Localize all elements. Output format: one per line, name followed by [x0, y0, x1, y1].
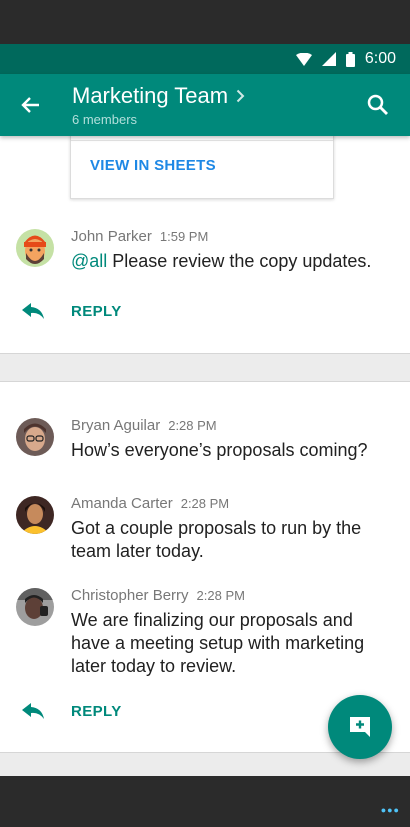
sender-name: Christopher Berry — [71, 587, 189, 604]
message-text: @all Please review the copy updates. — [71, 250, 386, 273]
avatar — [16, 418, 54, 456]
sender-name: Bryan Aguilar — [71, 417, 161, 434]
message-time: 2:28 PM — [180, 496, 230, 511]
message-text: We are finalizing our proposals and have… — [71, 610, 365, 676]
signal-icon — [321, 52, 336, 66]
message-time: 2:28 PM — [168, 418, 217, 433]
status-bar: 6:00 — [0, 44, 410, 74]
avatar — [16, 588, 54, 626]
message-stream[interactable]: VIEW IN SHEETS John Parker 1:59 PM @all P… — [0, 136, 410, 776]
message-header: Amanda Carter 2:28 PM — [71, 495, 229, 512]
search-icon — [367, 94, 388, 115]
reply-button[interactable]: REPLY — [22, 301, 122, 321]
view-in-sheets-button[interactable]: VIEW IN SHEETS — [90, 157, 216, 174]
thread-card: VIEW IN SHEETS John Parker 1:59 PM @all P… — [0, 136, 410, 354]
search-button[interactable] — [364, 91, 392, 119]
sender-name: Amanda Carter — [71, 495, 173, 512]
wifi-icon — [295, 52, 312, 66]
add-comment-icon — [350, 717, 370, 737]
status-time: 6:00 — [364, 50, 396, 67]
message-time: 2:28 PM — [196, 588, 245, 603]
avatar — [16, 496, 54, 534]
app-bar: Marketing Team 6 members — [0, 74, 410, 136]
message-header: Bryan Aguilar 2:28 PM — [71, 417, 217, 434]
attachment-divider — [71, 140, 333, 141]
message-header: Christopher Berry 2:28 PM — [71, 587, 245, 604]
back-button[interactable] — [16, 91, 44, 119]
mention-all[interactable]: @all — [71, 251, 107, 271]
reply-button[interactable]: REPLY — [22, 701, 122, 721]
room-title-area[interactable]: Marketing Team 6 members — [72, 83, 245, 127]
member-count: 6 members — [72, 112, 138, 127]
reply-label: REPLY — [71, 302, 122, 320]
message-text: How’s everyone’s proposals coming? — [71, 440, 368, 460]
new-message-fab[interactable] — [328, 695, 392, 759]
chevron-right-icon — [236, 89, 245, 103]
message-header: John Parker 1:59 PM — [71, 228, 208, 245]
battery-icon — [345, 51, 355, 67]
message-time: 1:59 PM — [159, 229, 209, 244]
watermark-dots: ●●● — [380, 805, 400, 815]
attachment-card: VIEW IN SHEETS — [70, 136, 334, 199]
device-bottom-bezel: ●●● — [0, 776, 410, 827]
device-top-bezel — [0, 0, 410, 44]
message-text: Got a couple proposals to run by the tea… — [71, 518, 362, 561]
arrow-back-icon — [21, 97, 39, 113]
avatar — [16, 229, 54, 267]
sender-name: John Parker — [71, 228, 152, 245]
page-title: Marketing Team — [72, 83, 229, 108]
reply-icon — [22, 701, 46, 721]
message-text-body: Please review the copy updates. — [107, 251, 372, 271]
reply-icon — [22, 301, 46, 321]
reply-label: REPLY — [71, 702, 122, 720]
